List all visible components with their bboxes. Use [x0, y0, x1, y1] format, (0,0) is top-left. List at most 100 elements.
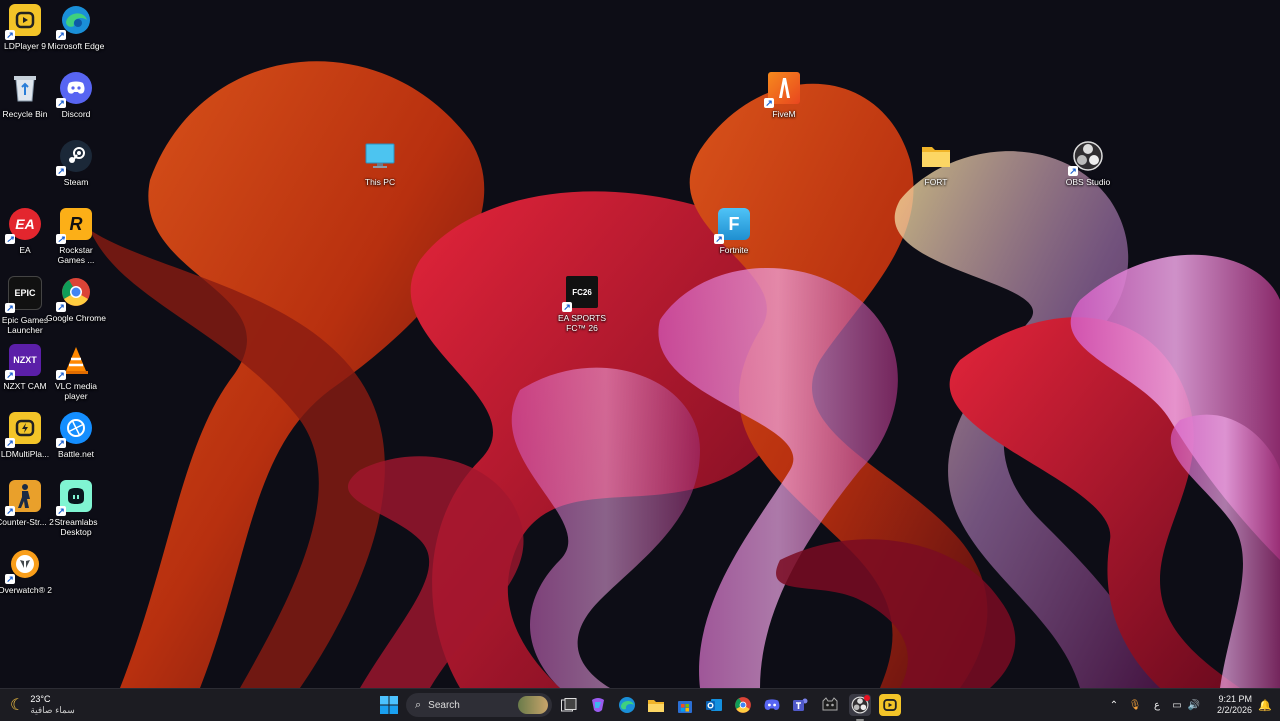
shortcut-arrow-icon: ↗ — [5, 506, 15, 516]
search-icon: ⌕ — [415, 698, 422, 711]
shortcut-arrow-icon: ↗ — [56, 30, 66, 40]
obs-icon: ↗ — [1068, 140, 1104, 176]
desktop-icon-battlenet[interactable]: ↗ Battle.net — [46, 408, 106, 474]
desktop-icon-streamlabs[interactable]: ↗ Streamlabs Desktop — [46, 476, 106, 542]
desktop-icon-fivem[interactable]: ↗ FiveM — [754, 68, 814, 134]
moon-icon: ☾ — [10, 697, 25, 714]
clock[interactable]: 9:21 PM 2/2/2026 — [1210, 689, 1252, 721]
discord-icon — [764, 699, 780, 710]
shortcut-arrow-icon: ↗ — [56, 438, 66, 448]
desktop-icon-vlc[interactable]: ↗ VLC media player — [46, 340, 106, 406]
ea-glyph-text: EA — [15, 216, 35, 232]
taskbar-chrome[interactable] — [732, 694, 754, 716]
desktop-icon-label: Battle.net — [58, 449, 94, 459]
recycle-bin-icon — [9, 72, 41, 104]
desktop-icon-label: Rockstar Games ... — [57, 245, 95, 265]
weather-temperature: 23°C — [30, 694, 51, 704]
ldplayer-icon — [883, 699, 897, 711]
taskbar-outlook[interactable] — [703, 694, 725, 716]
taskbar-edge[interactable] — [616, 694, 638, 716]
desktop-icon-steam[interactable]: ↗ Steam — [46, 136, 106, 202]
edge-icon — [619, 697, 635, 713]
input-language-indicator[interactable]: ع — [1146, 700, 1168, 711]
taskbar-teams[interactable] — [790, 694, 812, 716]
clock-date: 2/2/2026 — [1216, 705, 1252, 715]
search-highlight-icon — [518, 696, 548, 714]
shortcut-arrow-icon: ↗ — [5, 303, 15, 313]
windows-logo-icon — [380, 696, 398, 714]
desktop-icon-label: OBS Studio — [1065, 177, 1111, 187]
desktop-icon-chrome[interactable]: ↗ Google Chrome — [46, 272, 106, 338]
chrome-icon: ↗ — [56, 276, 92, 312]
desktop-icon-label: FORT — [924, 177, 948, 187]
weather-description: سماء صافية — [30, 705, 75, 715]
ea-icon: EA ↗ — [5, 208, 41, 244]
desktop-icon-label: Microsoft Edge — [47, 41, 105, 51]
notifications-button[interactable]: 🔔 — [1256, 689, 1274, 721]
shortcut-arrow-icon: ↗ — [5, 370, 15, 380]
eafc-icon: FC26 ↗ — [562, 276, 598, 312]
taskbar-discord[interactable] — [761, 694, 783, 716]
microphone-icon[interactable]: 🎙 — [1124, 700, 1146, 711]
network-icon[interactable]: ▭ — [1168, 700, 1186, 711]
desktop-wallpaper — [0, 0, 1280, 688]
shortcut-arrow-icon: ↗ — [764, 98, 774, 108]
volume-icon[interactable]: 🔊 — [1186, 700, 1202, 711]
desktop-icon-fortnite[interactable]: F ↗ Fortnite — [704, 204, 764, 270]
task-view-button[interactable] — [558, 694, 580, 716]
store-icon — [678, 701, 692, 713]
shortcut-arrow-icon: ↗ — [56, 234, 66, 244]
taskbar-search-box[interactable]: ⌕ Search — [406, 693, 552, 717]
shortcut-arrow-icon: ↗ — [56, 506, 66, 516]
desktop-icon-this-pc[interactable]: This PC — [350, 136, 410, 202]
chevron-up-icon[interactable]: ⌃ — [1104, 700, 1124, 711]
task-view-icon — [561, 698, 577, 712]
desktop-icon-discord[interactable]: ↗ Discord — [46, 68, 106, 134]
clock-time: 9:21 PM — [1218, 694, 1252, 704]
desktop-icon-obs[interactable]: ↗ OBS Studio — [1058, 136, 1118, 202]
notification-bell-icon: 🔔 — [1258, 699, 1272, 712]
desktop-icon-eafc26[interactable]: FC26 ↗ EA SPORTS FC™ 26 — [552, 272, 612, 338]
edge-icon: ↗ — [56, 4, 92, 40]
desktop-icon-fort-folder[interactable]: FORT — [906, 136, 966, 202]
desktop-icon-rockstar[interactable]: R ↗ Rockstar Games ... — [46, 204, 106, 270]
desktop-icon-label: Overwatch® 2 — [0, 585, 52, 595]
shortcut-arrow-icon: ↗ — [714, 234, 724, 244]
nzxt-glyph-text: NZXT — [13, 355, 37, 365]
shortcut-arrow-icon: ↗ — [56, 302, 66, 312]
desktop-icon-edge[interactable]: ↗ Microsoft Edge — [46, 0, 106, 66]
folder-icon — [648, 700, 664, 712]
fortnite-glyph-text: F — [728, 213, 740, 234]
monitor-icon — [364, 140, 396, 172]
weather-widget[interactable]: ☾ 23°C سماء صافية — [10, 691, 75, 719]
rockstar-glyph-text: R — [69, 213, 83, 234]
shortcut-arrow-icon: ↗ — [56, 98, 66, 108]
copilot-icon — [592, 698, 604, 712]
taskbar-copilot[interactable] — [587, 694, 609, 716]
ldmultiplayer-icon: ↗ — [5, 412, 41, 448]
desktop-icon-label: Fortnite — [719, 245, 749, 255]
shortcut-arrow-icon: ↗ — [1068, 166, 1078, 176]
eafc-glyph-text: FC26 — [572, 287, 592, 297]
taskbar: ☾ 23°C سماء صافية ⌕ Search ⌃ 🎙 ع ▭ 🔊 9:2… — [0, 688, 1280, 721]
outlook-icon — [706, 699, 722, 711]
shortcut-arrow-icon: ↗ — [56, 166, 66, 176]
desktop-icon-overwatch[interactable]: ↗ Overwatch® 2 — [0, 544, 55, 610]
shortcut-arrow-icon: ↗ — [5, 30, 15, 40]
desktop-icon-label: Discord — [61, 109, 91, 119]
taskbar-microsoft-store[interactable] — [674, 694, 696, 716]
taskbar-obs-studio[interactable] — [849, 694, 871, 721]
desktop-icon-label: VLC media player — [54, 381, 98, 401]
streamlabs-icon: ↗ — [56, 480, 92, 516]
start-button[interactable] — [378, 694, 400, 716]
discord-icon: ↗ — [56, 72, 92, 108]
counterstrike-icon: ↗ — [5, 480, 41, 516]
teams-icon — [793, 698, 808, 711]
taskbar-file-explorer[interactable] — [645, 694, 667, 716]
desktop-icon-label: Google Chrome — [45, 313, 106, 323]
recording-indicator-icon — [864, 695, 870, 701]
desktop-icon-label: FiveM — [772, 109, 796, 119]
fortnite-icon: F ↗ — [714, 208, 750, 244]
taskbar-ldplayer[interactable] — [879, 694, 901, 716]
taskbar-nzxt-cam[interactable] — [819, 694, 841, 716]
